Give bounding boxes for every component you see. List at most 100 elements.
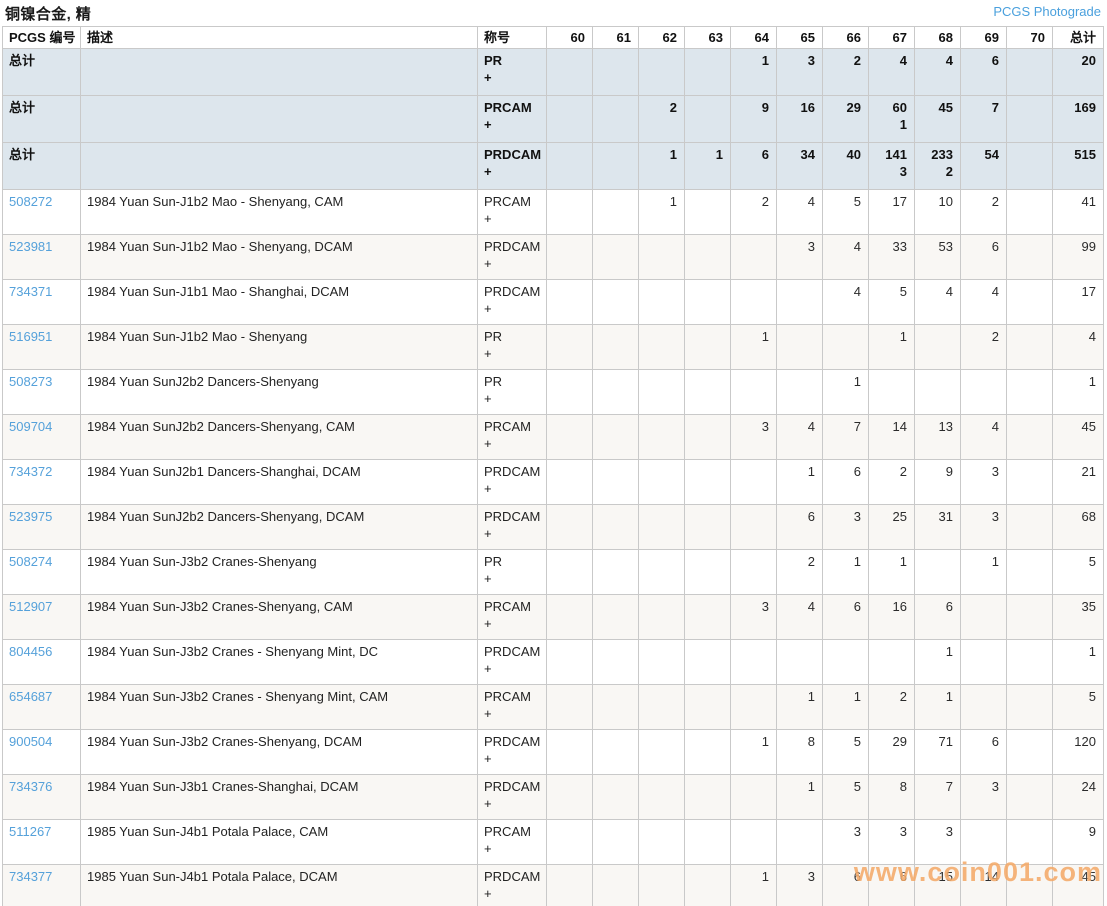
grade-66-count-cell xyxy=(822,639,869,685)
pcgs-number-link[interactable]: 508272 xyxy=(9,194,52,209)
pcgs-number-link[interactable]: 900504 xyxy=(9,734,52,749)
grade-62-count-cell xyxy=(638,504,685,550)
grade-66-count-cell: 5 xyxy=(822,729,869,775)
header-pcgs-number: PCGS 编号 xyxy=(2,26,81,49)
table-row: 512907 1984 Yuan Sun-J3b2 Cranes-Shenyang… xyxy=(2,594,1104,640)
grade-62-count-cell xyxy=(638,279,685,325)
pcgs-photograde-link[interactable]: PCGS Photograde xyxy=(993,4,1101,19)
grade-64-count-cell: 1 xyxy=(730,48,777,96)
table-row: 734371 1984 Yuan Sun-J1b1 Mao - Shanghai,… xyxy=(2,279,1104,325)
grade-65-count-cell xyxy=(776,639,823,685)
pcgs-number-link[interactable]: 734377 xyxy=(9,869,52,884)
grade-63-count-cell xyxy=(684,279,731,325)
designation-name: PRCAM xyxy=(484,100,532,115)
grade-67-count-cell: 141 3 xyxy=(868,142,915,190)
total-count-cell: 5 xyxy=(1052,684,1104,730)
grade-70-count-cell xyxy=(1006,594,1053,640)
grade-60-count-cell xyxy=(546,279,593,325)
grade-66-count-cell: 3 xyxy=(822,819,869,865)
pcgs-number-link[interactable]: 508274 xyxy=(9,554,52,569)
designation-name: PR xyxy=(484,329,503,344)
pcgs-number-link[interactable]: 516951 xyxy=(9,329,52,344)
grade-62-count-cell xyxy=(638,459,685,505)
grade-69-count-cell xyxy=(960,684,1007,730)
pcgs-number-cell: 523975 xyxy=(2,504,81,550)
grade-61-count-cell xyxy=(592,819,639,865)
grade-67-count-cell: 4 xyxy=(868,48,915,96)
grade-60-count-cell xyxy=(546,234,593,280)
pcgs-number-link[interactable]: 508273 xyxy=(9,374,52,389)
pcgs-number-link[interactable]: 734372 xyxy=(9,464,52,479)
pcgs-number-link[interactable]: 512907 xyxy=(9,599,52,614)
pcgs-number-link[interactable]: 511267 xyxy=(9,824,51,839)
designation-plus: + xyxy=(484,751,492,766)
grade-67-count-cell: 6 xyxy=(868,864,915,906)
grade-65-count-cell: 3 xyxy=(776,864,823,906)
designation-plus: + xyxy=(484,706,492,721)
designation-cell: PR + xyxy=(477,549,547,595)
description-cell: 1984 Yuan Sun-J3b2 Cranes-Shenyang, DCAM xyxy=(80,729,478,775)
designation-plus: + xyxy=(484,661,492,676)
grade-63-count-cell xyxy=(684,414,731,460)
designation-cell: PRDCAM + xyxy=(477,639,547,685)
grade-64-count-cell xyxy=(730,279,777,325)
header-grade-67: 67 xyxy=(868,26,915,49)
summary-row: 总计 PR +1 3 2 4 4 6 20 xyxy=(2,48,1104,96)
grade-66-count-cell: 6 xyxy=(822,594,869,640)
grade-69-count-cell: 6 xyxy=(960,234,1007,280)
grade-63-count-cell xyxy=(684,594,731,640)
pcgs-number-link[interactable]: 804456 xyxy=(9,644,52,659)
pcgs-number-link[interactable]: 654687 xyxy=(9,689,52,704)
grade-64-count-cell xyxy=(730,819,777,865)
pcgs-number-link[interactable]: 509704 xyxy=(9,419,52,434)
grade-61-count-cell xyxy=(592,774,639,820)
pcgs-number-link[interactable]: 734371 xyxy=(9,284,52,299)
grade-68-count-cell xyxy=(914,369,961,415)
grade-60-count-cell xyxy=(546,639,593,685)
table-row: 900504 1984 Yuan Sun-J3b2 Cranes-Shenyang… xyxy=(2,729,1104,775)
pcgs-number-cell: 734371 xyxy=(2,279,81,325)
grade-62-count-cell xyxy=(638,819,685,865)
grade-62-count-cell xyxy=(638,774,685,820)
designation-cell: PRCAM + xyxy=(477,414,547,460)
grade-64-count-cell: 1 xyxy=(730,324,777,370)
pcgs-number-link[interactable]: 523981 xyxy=(9,239,52,254)
grade-67-count-cell: 2 xyxy=(868,684,915,730)
grade-69-count-cell: 7 xyxy=(960,95,1007,143)
designation-cell: PRCAM + xyxy=(477,95,547,143)
grade-68-count-cell: 31 xyxy=(914,504,961,550)
count-plus-value: 3 xyxy=(899,164,907,179)
pcgs-number-link[interactable]: 734376 xyxy=(9,779,52,794)
designation-name: PR xyxy=(484,374,503,389)
grade-63-count-cell xyxy=(684,459,731,505)
grade-61-count-cell xyxy=(592,684,639,730)
description-cell: 1984 Yuan Sun-J1b1 Mao - Shanghai, DCAM xyxy=(80,279,478,325)
pcgs-number-cell: 654687 xyxy=(2,684,81,730)
designation-cell: PRDCAM + xyxy=(477,459,547,505)
grade-63-count-cell: 1 xyxy=(684,142,731,190)
grade-60-count-cell xyxy=(546,594,593,640)
header-grade-68: 68 xyxy=(914,26,961,49)
description-cell: 1984 Yuan Sun-J3b2 Cranes-Shenyang, CAM xyxy=(80,594,478,640)
description-cell: 1984 Yuan SunJ2b2 Dancers-Shenyang, DCAM xyxy=(80,504,478,550)
header-designation: 称号 xyxy=(477,26,547,49)
grade-61-count-cell xyxy=(592,864,639,906)
designation-cell: PRCAM + xyxy=(477,594,547,640)
grade-70-count-cell xyxy=(1006,279,1053,325)
pcgs-number-link[interactable]: 523975 xyxy=(9,509,52,524)
designation-cell: PRDCAM + xyxy=(477,279,547,325)
grade-70-count-cell xyxy=(1006,142,1053,190)
grade-61-count-cell xyxy=(592,324,639,370)
grade-70-count-cell xyxy=(1006,549,1053,595)
pcgs-number-cell: 734376 xyxy=(2,774,81,820)
grade-70-count-cell xyxy=(1006,729,1053,775)
grade-66-count-cell: 2 xyxy=(822,48,869,96)
grade-66-count-cell: 1 xyxy=(822,549,869,595)
grade-62-count-cell xyxy=(638,234,685,280)
grade-61-count-cell xyxy=(592,189,639,235)
grade-67-count-cell: 5 xyxy=(868,279,915,325)
grade-69-count-cell: 6 xyxy=(960,48,1007,96)
grade-68-count-cell: 4 xyxy=(914,279,961,325)
grade-69-count-cell xyxy=(960,369,1007,415)
grade-61-count-cell xyxy=(592,504,639,550)
